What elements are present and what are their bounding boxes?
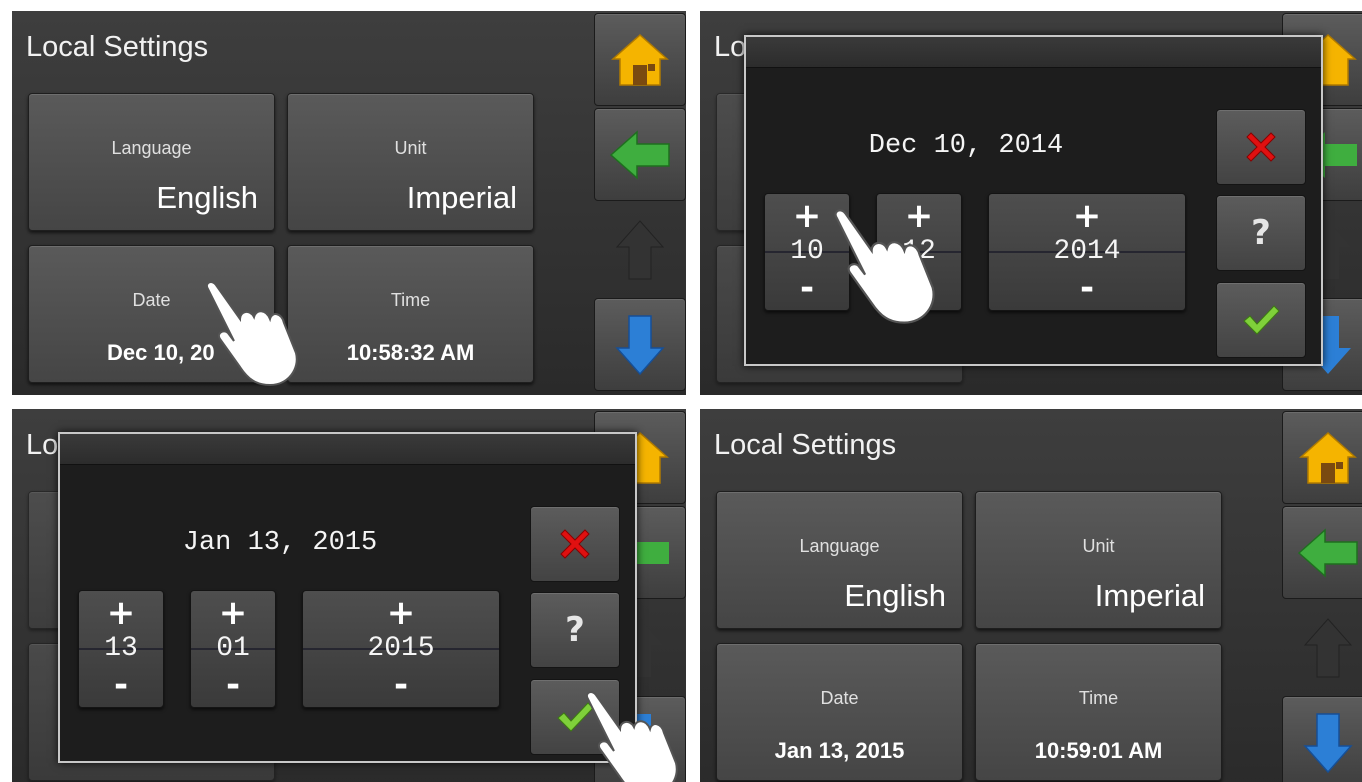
dialog-date-readout: Dec 10, 2014 [868, 131, 1064, 161]
year-spinner: + 2015 - [302, 590, 500, 708]
year-spinner: + 2014 - [988, 193, 1186, 311]
page-title-partial: Lo [26, 429, 59, 461]
day-decrement-button[interactable]: - [765, 268, 849, 308]
cancel-x-icon [560, 529, 590, 559]
date-label: Date [132, 290, 171, 310]
home-button[interactable] [594, 13, 686, 106]
time-value: 10:59:01 AM [1034, 738, 1163, 763]
screen-date-dialog-after: Lo Jan 13, 2015 + 13 - + 01 - + 2015 - ? [12, 409, 686, 782]
cancel-button[interactable] [1216, 109, 1306, 185]
month-increment-button[interactable]: + [191, 593, 275, 633]
unit-tile[interactable]: Unit Imperial [975, 491, 1222, 629]
day-value: 13 [104, 633, 138, 664]
day-increment-button[interactable]: + [79, 593, 163, 633]
month-spinner: + 01 - [190, 590, 276, 708]
language-value: English [156, 180, 258, 215]
down-arrow-icon [615, 314, 665, 375]
help-icon: ? [565, 610, 585, 650]
confirm-button[interactable] [530, 679, 620, 755]
day-decrement-button[interactable]: - [79, 665, 163, 705]
unit-label: Unit [1082, 536, 1115, 556]
back-arrow-icon [1297, 527, 1358, 578]
date-value: Jan 13, 2015 [774, 738, 905, 763]
screen-local-settings-after: Local Settings Language English Unit Imp… [700, 409, 1362, 782]
year-increment-button[interactable]: + [989, 196, 1185, 236]
year-value: 2014 [1053, 236, 1121, 267]
help-icon: ? [1251, 213, 1271, 253]
day-value: 10 [790, 236, 824, 267]
page-title-partial: Lo [714, 31, 747, 63]
unit-label: Unit [394, 138, 427, 158]
day-spinner: + 13 - [78, 590, 164, 708]
year-decrement-button[interactable]: - [303, 665, 499, 705]
help-button[interactable]: ? [1216, 195, 1306, 271]
month-decrement-button[interactable]: - [191, 665, 275, 705]
language-label: Language [799, 536, 880, 556]
down-arrow-icon [1303, 712, 1353, 773]
back-button[interactable] [1282, 506, 1362, 599]
language-tile[interactable]: Language English [716, 491, 963, 629]
cancel-button[interactable] [530, 506, 620, 582]
language-tile[interactable]: Language English [28, 93, 275, 231]
check-icon [1243, 305, 1280, 335]
time-value: 10:58:32 AM [346, 340, 475, 365]
check-icon [557, 702, 594, 732]
page-title: Local Settings [26, 31, 209, 63]
unit-tile[interactable]: Unit Imperial [287, 93, 534, 231]
time-label: Time [390, 290, 431, 310]
dialog-header [746, 37, 1321, 68]
month-value: 01 [216, 633, 250, 664]
cancel-x-icon [1246, 132, 1276, 162]
month-decrement-button[interactable]: - [877, 268, 961, 308]
scroll-down-button[interactable] [594, 298, 686, 391]
scroll-up-button[interactable] [594, 203, 686, 296]
date-picker-dialog: Dec 10, 2014 + 10 - + 12 - + 2014 - ? [744, 35, 1323, 366]
year-value: 2015 [367, 633, 435, 664]
year-increment-button[interactable]: + [303, 593, 499, 633]
language-value: English [844, 578, 946, 613]
unit-value: Imperial [1094, 578, 1205, 613]
back-button[interactable] [594, 108, 686, 201]
language-label: Language [111, 138, 192, 158]
time-tile[interactable]: Time 10:58:32 AM [287, 245, 534, 383]
up-arrow-icon [615, 219, 665, 279]
dialog-date-readout: Jan 13, 2015 [182, 528, 378, 558]
screen-local-settings-before: Local Settings Language English Unit Imp… [12, 11, 686, 395]
unit-value: Imperial [406, 180, 517, 215]
date-picker-dialog: Jan 13, 2015 + 13 - + 01 - + 2015 - ? [58, 432, 637, 763]
page-title: Local Settings [714, 429, 897, 461]
time-label: Time [1078, 688, 1119, 708]
home-icon [611, 33, 669, 86]
day-spinner: + 10 - [764, 193, 850, 311]
date-tile[interactable]: Date Dec 10, 20 [28, 245, 275, 383]
home-icon [1299, 431, 1357, 484]
home-button[interactable] [1282, 411, 1362, 504]
month-value: 12 [902, 236, 936, 267]
time-tile[interactable]: Time 10:59:01 AM [975, 643, 1222, 781]
scroll-up-button[interactable] [1282, 601, 1362, 694]
date-value: Dec 10, 20 [107, 340, 215, 365]
day-increment-button[interactable]: + [765, 196, 849, 236]
help-button[interactable]: ? [530, 592, 620, 668]
confirm-button[interactable] [1216, 282, 1306, 358]
back-arrow-icon [609, 129, 670, 180]
date-label: Date [820, 688, 859, 708]
month-spinner: + 12 - [876, 193, 962, 311]
scroll-down-button[interactable] [1282, 696, 1362, 782]
screen-date-dialog-before: Lo Dec 10, 2014 + 10 - + 12 - + 2014 - ? [700, 11, 1362, 395]
year-decrement-button[interactable]: - [989, 268, 1185, 308]
month-increment-button[interactable]: + [877, 196, 961, 236]
date-tile[interactable]: Date Jan 13, 2015 [716, 643, 963, 781]
dialog-header [60, 434, 635, 465]
up-arrow-icon [1303, 617, 1353, 677]
